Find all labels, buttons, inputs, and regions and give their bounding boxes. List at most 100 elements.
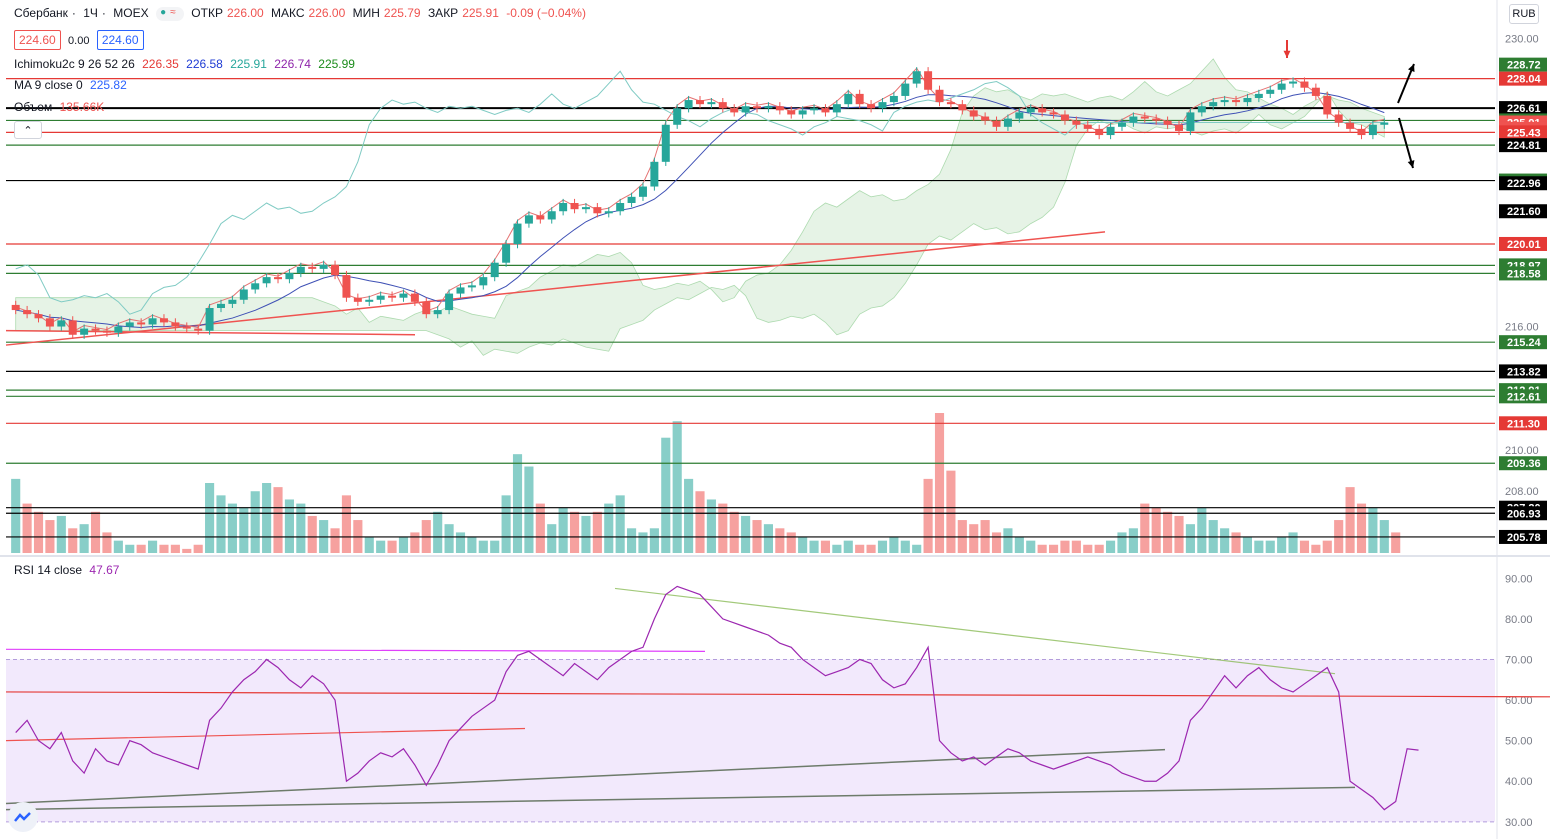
- volume-bar: [1003, 528, 1013, 553]
- volume-bar: [148, 540, 158, 553]
- volume-bar: [820, 540, 831, 553]
- candle-body: [924, 71, 933, 90]
- ichimoku-value-4: 226.74: [274, 57, 311, 71]
- ichimoku-value-2: 226.58: [186, 57, 223, 71]
- close-label: ЗАКР: [427, 6, 459, 20]
- volume-bar: [1368, 507, 1378, 553]
- volume-bar: [170, 544, 180, 553]
- candle-body: [388, 295, 397, 298]
- price-tick-label: 210.00: [1505, 445, 1539, 457]
- candle-body: [775, 106, 784, 111]
- volume-bar: [1265, 540, 1275, 553]
- ma-legend[interactable]: MA 9 close 0 225.82: [14, 78, 131, 92]
- candle-body: [627, 196, 636, 203]
- candle-body: [1368, 124, 1377, 136]
- volume-bar: [1242, 536, 1252, 553]
- candle-body: [650, 161, 659, 187]
- volume-bar: [798, 536, 808, 553]
- candle-body: [285, 273, 294, 280]
- volume-bar: [843, 540, 853, 553]
- candle-body: [319, 264, 328, 269]
- volume-bar: [239, 507, 249, 553]
- price-label-13: 218.58: [1507, 268, 1541, 280]
- volume-bar: [364, 536, 374, 553]
- volume-bar: [866, 544, 876, 553]
- volume-bar: [330, 528, 340, 553]
- volume-bar: [193, 544, 203, 553]
- candle-body: [217, 303, 225, 308]
- low-label: МИН: [352, 6, 380, 20]
- price-label-19: 209.36: [1507, 458, 1541, 470]
- volume-bar: [113, 540, 123, 553]
- candle-body: [1129, 116, 1138, 123]
- volume-bar: [672, 421, 682, 553]
- candle-body: [34, 314, 43, 319]
- volume-bar: [250, 491, 260, 553]
- chart-canvas[interactable]: 230.00 216.00 210.00 208.00 228.72 228.04 226.…: [0, 0, 1550, 839]
- low-value: 225.79: [383, 6, 421, 20]
- volume-bar: [592, 511, 602, 553]
- volume-bar: [68, 528, 78, 553]
- currency-button[interactable]: RUB: [1509, 4, 1539, 24]
- candle-body: [524, 215, 533, 224]
- open-value: 226.00: [226, 6, 264, 20]
- candle-body: [1220, 100, 1229, 103]
- ask-box[interactable]: 224.60: [96, 30, 144, 50]
- candle-body: [616, 203, 625, 212]
- volume-bar: [1151, 507, 1161, 553]
- volume-bar: [90, 511, 101, 553]
- ichimoku-legend[interactable]: Ichimoku2c 9 26 52 26 226.35 226.58 225.…: [14, 57, 359, 71]
- candle-body: [171, 322, 180, 327]
- candle-body: [912, 71, 921, 84]
- candle-body: [1254, 93, 1263, 98]
- candle-body: [148, 318, 157, 325]
- volume-bar: [695, 491, 705, 553]
- price-label-21: 206.93: [1507, 508, 1541, 520]
- rsi-legend[interactable]: RSI 14 close 47.67: [14, 563, 123, 577]
- collapse-legend-button[interactable]: ⌃: [14, 121, 42, 139]
- candle-body: [1152, 118, 1161, 121]
- candle-body: [80, 328, 89, 335]
- volume-bar: [398, 536, 409, 553]
- down-arrow: [1398, 117, 1414, 169]
- interval-label[interactable]: 1Ч: [83, 6, 98, 20]
- quote-boxes: 224.60 0.00 224.60: [14, 30, 148, 50]
- candle-body: [764, 106, 773, 109]
- high-label: МАКС: [271, 6, 305, 20]
- rsi-tick-label: 90.00: [1505, 573, 1533, 585]
- volume-legend[interactable]: Объем 135.66K: [14, 100, 108, 114]
- candle-body: [1209, 102, 1218, 107]
- chevron-up-icon: ⌃: [23, 124, 33, 137]
- open-label: ОТКР: [191, 6, 223, 20]
- volume-bar: [1311, 544, 1321, 553]
- volume-bar: [1094, 544, 1104, 553]
- volume-bar: [262, 483, 272, 553]
- volume-bar: [900, 540, 910, 553]
- price-label-22: 205.78: [1507, 532, 1541, 544]
- bid-box[interactable]: 224.60: [14, 30, 61, 50]
- volume-bar: [467, 536, 477, 553]
- candle-body: [1163, 120, 1172, 125]
- candle-body: [1232, 100, 1241, 103]
- volume-bar: [1140, 503, 1150, 553]
- price-label-15: 213.82: [1507, 366, 1541, 378]
- candle-body: [1300, 81, 1309, 88]
- tradingview-logo-icon[interactable]: [8, 802, 38, 832]
- candle-body: [490, 262, 499, 278]
- candle-body: [867, 104, 876, 109]
- volume-bar: [809, 540, 819, 553]
- candle-body: [992, 120, 1001, 127]
- candle-body: [445, 293, 454, 311]
- volume-bar: [649, 528, 659, 553]
- candle-body: [730, 108, 739, 113]
- volume-bar: [1106, 540, 1116, 553]
- symbol-name[interactable]: Сбербанк: [14, 6, 68, 20]
- volume-bar: [410, 532, 420, 553]
- candle-body: [456, 287, 465, 294]
- price-tick-label: 230.00: [1505, 33, 1539, 45]
- ichimoku-value-3: 225.91: [230, 57, 267, 71]
- candle-body: [11, 304, 20, 311]
- volume-bar: [273, 487, 283, 553]
- compare-icon[interactable]: ● ≈: [155, 6, 184, 21]
- candle-body: [331, 264, 340, 276]
